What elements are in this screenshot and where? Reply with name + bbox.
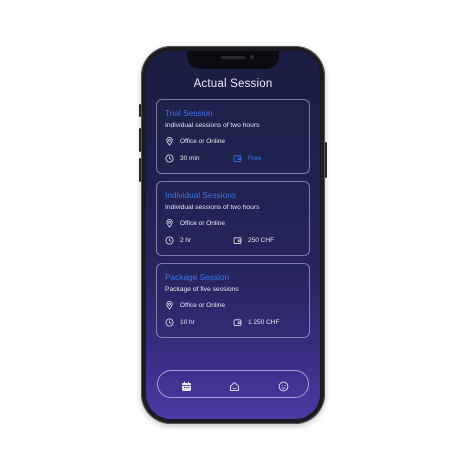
duration-text: 30 min bbox=[180, 155, 200, 162]
session-description: Package of five sessions bbox=[165, 286, 239, 293]
session-location: Office or Online bbox=[165, 137, 225, 146]
session-title: Package Session bbox=[165, 272, 230, 282]
bottom-nav-bar bbox=[157, 370, 309, 398]
app-screen: Actual Session Trial Session Individual … bbox=[146, 51, 320, 419]
page-title: Actual Session bbox=[193, 78, 273, 90]
session-location: Office or Online bbox=[165, 219, 225, 228]
location-pin-icon bbox=[166, 137, 173, 146]
session-duration: 2 hr bbox=[165, 236, 191, 245]
profile-smile-icon bbox=[278, 381, 289, 392]
price-text: Free bbox=[248, 155, 262, 162]
session-duration: 30 min bbox=[165, 154, 200, 163]
wallet-icon bbox=[233, 155, 242, 162]
duration-text: 2 hr bbox=[180, 237, 192, 244]
clock-icon bbox=[165, 154, 174, 163]
speaker-grille bbox=[221, 56, 245, 59]
location-text: Office or Online bbox=[180, 302, 226, 309]
session-card-package[interactable]: Package Session Package of five sessions… bbox=[156, 263, 310, 338]
session-duration: 10 hr bbox=[165, 318, 195, 327]
price-text: 250 CHF bbox=[248, 237, 275, 244]
price-text: 1 250 CHF bbox=[248, 319, 280, 326]
front-camera bbox=[250, 55, 254, 59]
location-pin-icon bbox=[166, 219, 173, 228]
nav-home[interactable] bbox=[229, 379, 240, 392]
session-price: 1 250 CHF bbox=[233, 318, 279, 327]
session-title: Individual Sessions bbox=[165, 190, 237, 200]
session-price: 250 CHF bbox=[233, 236, 274, 245]
session-price: Free bbox=[233, 154, 261, 163]
session-description: Individual sessions of two hours bbox=[165, 204, 260, 211]
location-pin-icon bbox=[166, 301, 173, 310]
notch bbox=[187, 51, 279, 69]
location-text: Office or Online bbox=[180, 138, 226, 145]
home-icon bbox=[230, 382, 239, 392]
duration-text: 10 hr bbox=[180, 319, 195, 326]
nav-calendar[interactable] bbox=[181, 379, 192, 391]
clock-icon bbox=[165, 236, 174, 245]
wallet-icon bbox=[233, 237, 242, 244]
session-title: Trial Session bbox=[165, 108, 213, 118]
clock-icon bbox=[165, 318, 174, 327]
calendar-icon bbox=[182, 381, 191, 391]
session-card-individual[interactable]: Individual Sessions Individual sessions … bbox=[156, 181, 310, 256]
nav-profile[interactable] bbox=[278, 379, 289, 392]
power-button bbox=[325, 142, 327, 178]
location-text: Office or Online bbox=[180, 220, 226, 227]
session-description: Individual sessions of two hours bbox=[165, 122, 260, 129]
wallet-icon bbox=[233, 319, 242, 326]
session-card-trial[interactable]: Trial Session Individual sessions of two… bbox=[156, 99, 310, 174]
session-location: Office or Online bbox=[165, 301, 225, 310]
